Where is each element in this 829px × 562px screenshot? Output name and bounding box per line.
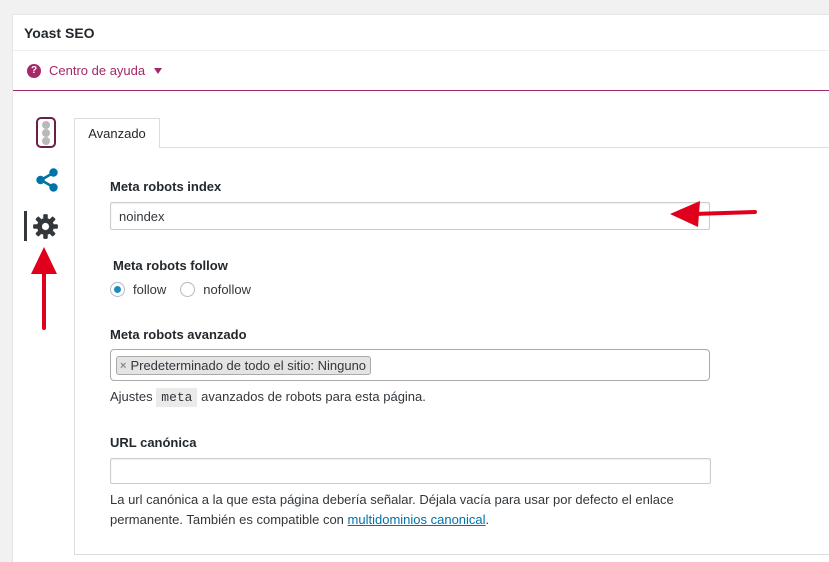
canonical-url-input[interactable] — [110, 458, 711, 484]
canonical-help-line2: permanente. También es compatible con mu… — [110, 510, 730, 530]
question-circle-icon: ? — [27, 63, 41, 78]
help-center-row: ? Centro de ayuda — [13, 51, 829, 91]
canonical-label: URL canónica — [110, 435, 197, 450]
social-nav-button[interactable] — [34, 167, 60, 193]
robots-index-select[interactable] — [110, 202, 710, 230]
gear-icon — [33, 214, 58, 239]
help-center-toggle[interactable]: ? Centro de ayuda — [27, 63, 163, 78]
follow-radio[interactable] — [110, 282, 125, 297]
canonical-help-line1: La url canónica a la que esta página deb… — [110, 492, 674, 507]
tab-advanced[interactable]: Avanzado — [74, 118, 160, 148]
robots-advanced-label: Meta robots avanzado — [110, 327, 247, 342]
help-prefix: Ajustes — [110, 389, 153, 404]
robots-advanced-help: Ajustes meta avanzados de robots para es… — [110, 387, 426, 408]
traffic-light-dot — [42, 137, 50, 145]
selected-option-chip: × Predeterminado de todo el sitio: Ningu… — [116, 356, 372, 375]
follow-radio-label[interactable]: follow — [133, 282, 166, 297]
traffic-light-dot — [42, 121, 50, 129]
robots-index-label: Meta robots index — [110, 179, 222, 194]
metabox-title: Yoast SEO — [24, 25, 95, 41]
help-code: meta — [156, 388, 198, 407]
annotation-arrow-up — [31, 247, 57, 330]
traffic-light-dot — [42, 129, 50, 137]
nofollow-radio-label[interactable]: nofollow — [203, 282, 251, 297]
robots-follow-label: Meta robots follow — [113, 258, 228, 273]
robots-follow-radio-group: follow nofollow — [110, 282, 265, 297]
nofollow-radio[interactable] — [180, 282, 196, 297]
metabox-header: Yoast SEO — [13, 15, 829, 51]
annotation-arrow-left — [670, 201, 757, 227]
advanced-nav-button[interactable] — [24, 211, 64, 241]
help-suffix: avanzados de robots para esta página. — [201, 389, 426, 404]
share-icon — [36, 168, 58, 192]
remove-chip-icon[interactable]: × — [120, 360, 126, 372]
multidomain-canonical-link[interactable]: multidominios canonical — [348, 512, 486, 527]
chip-label: Predeterminado de todo el sitio: Ninguno — [130, 358, 367, 373]
canonical-help-line2-prefix: permanente. También es compatible con — [110, 512, 344, 527]
active-indicator — [24, 211, 27, 241]
readability-nav-button[interactable] — [36, 117, 56, 148]
tab-advanced-label: Avanzado — [88, 126, 146, 141]
canonical-help-line2-suffix: . — [485, 512, 490, 527]
robots-advanced-multiselect[interactable]: × Predeterminado de todo el sitio: Ningu… — [110, 349, 710, 381]
help-center-label: Centro de ayuda — [49, 63, 146, 78]
caret-down-icon — [154, 68, 163, 74]
canonical-help: La url canónica a la que esta página deb… — [110, 490, 730, 530]
